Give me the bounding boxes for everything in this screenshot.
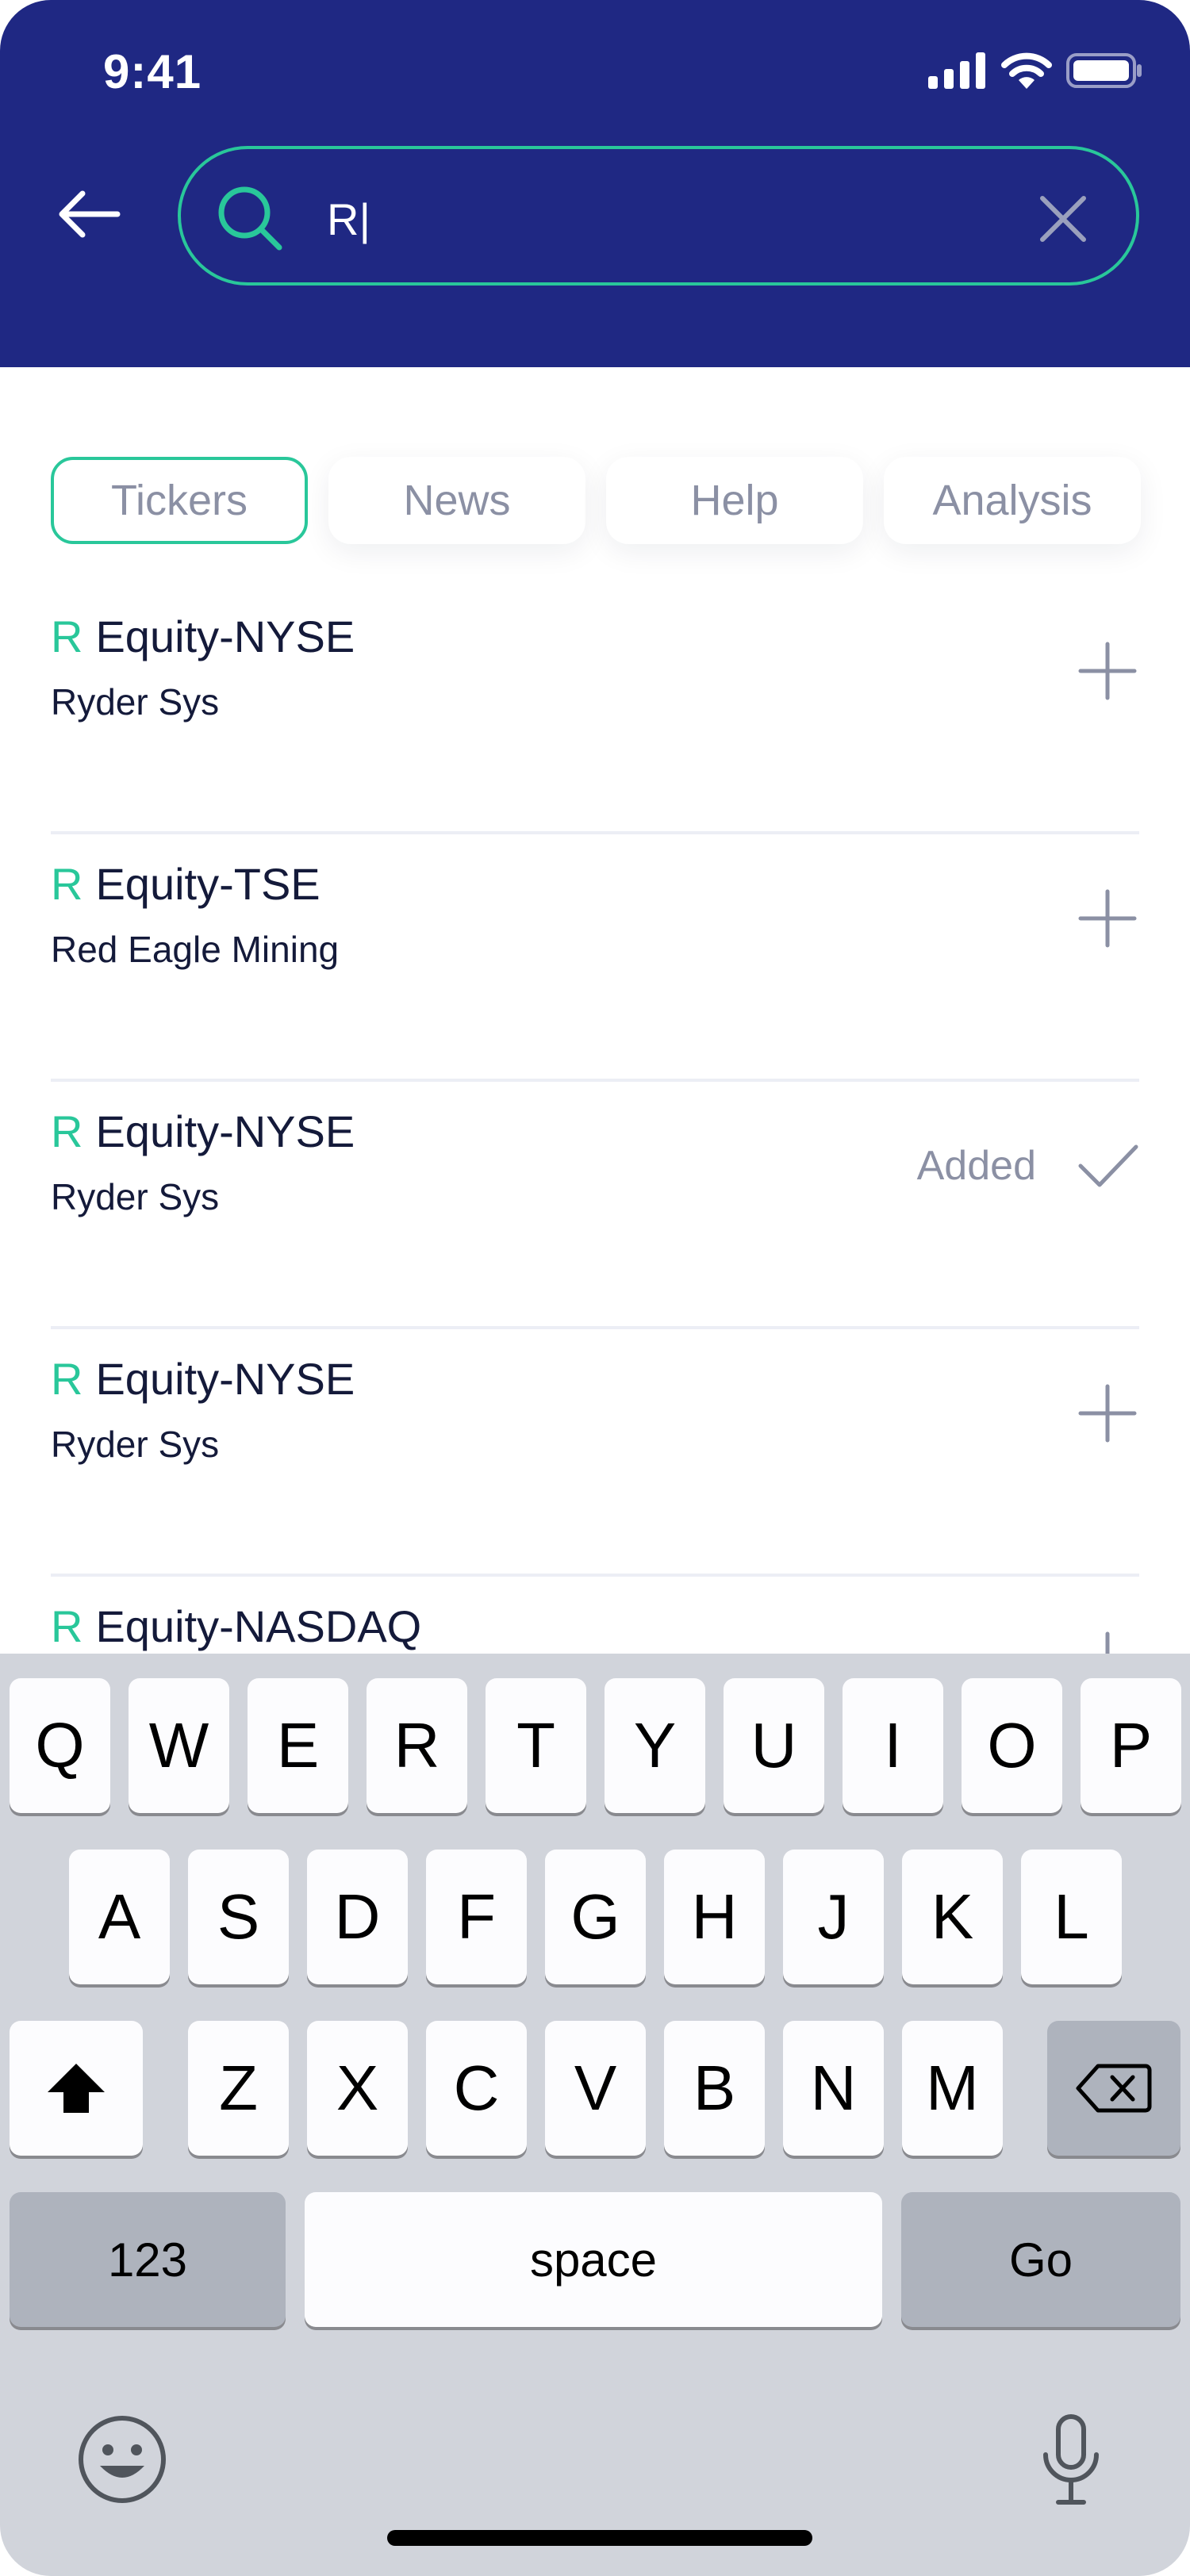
company-name: Ryder Sys [51, 1176, 220, 1217]
space-key[interactable]: space [305, 2192, 882, 2327]
key-m[interactable]: M [902, 2021, 1003, 2156]
key-n[interactable]: N [783, 2021, 884, 2156]
ticker-title: R Equity-NYSE [51, 1353, 355, 1405]
ticker-exchange: Equity-NASDAQ [95, 1601, 422, 1651]
key-c[interactable]: C [426, 2021, 527, 2156]
status-icons [928, 52, 1142, 89]
header: 9:41 [0, 0, 1190, 367]
ticker-symbol: R [51, 611, 83, 661]
backspace-icon [1076, 2064, 1152, 2113]
ticker-symbol: R [51, 1106, 83, 1156]
signal-icon [928, 52, 985, 89]
added-status[interactable]: Added [917, 1134, 1139, 1198]
key-f[interactable]: F [426, 1850, 527, 1984]
wifi-icon [1001, 52, 1052, 89]
key-k[interactable]: K [902, 1850, 1003, 1984]
ticker-exchange: Equity-NYSE [95, 1106, 355, 1156]
key-g[interactable]: G [545, 1850, 646, 1984]
ticker-title: R Equity-NASDAQ [51, 1600, 421, 1652]
key-p[interactable]: P [1081, 1678, 1181, 1813]
home-indicator [387, 2530, 812, 2546]
key-y[interactable]: Y [605, 1678, 705, 1813]
filter-tabs: Tickers News Help Analysis [51, 457, 1141, 544]
list-item[interactable]: R Equity-NYSE Ryder Sys [51, 587, 1139, 834]
key-v[interactable]: V [545, 2021, 646, 2156]
plus-icon[interactable] [1076, 639, 1139, 703]
company-name: Ryder Sys [51, 681, 220, 723]
key-o[interactable]: O [962, 1678, 1062, 1813]
keyboard: Q W E R T Y U I O P A S D F G H J K L Z … [0, 1654, 1190, 2576]
numbers-key[interactable]: 123 [10, 2192, 286, 2327]
key-s[interactable]: S [188, 1850, 289, 1984]
key-h[interactable]: H [664, 1850, 765, 1984]
key-t[interactable]: T [486, 1678, 586, 1813]
key-b[interactable]: B [664, 2021, 765, 2156]
ticker-symbol: R [51, 859, 83, 909]
company-name: Ryder Sys [51, 1424, 220, 1465]
search-input[interactable] [327, 189, 962, 249]
ticker-title: R Equity-TSE [51, 858, 321, 910]
company-name: Red Eagle Mining [51, 929, 340, 970]
key-l[interactable]: L [1021, 1850, 1122, 1984]
key-a[interactable]: A [69, 1850, 170, 1984]
key-j[interactable]: J [783, 1850, 884, 1984]
tab-analysis[interactable]: Analysis [884, 457, 1141, 544]
battery-icon [1066, 53, 1142, 88]
clear-search-icon[interactable] [1035, 190, 1092, 247]
list-item[interactable]: R Equity-NYSE Ryder Sys Added [51, 1082, 1139, 1329]
status-time: 9:41 [103, 45, 202, 98]
plus-icon[interactable] [1076, 887, 1139, 950]
go-key[interactable]: Go [901, 2192, 1180, 2327]
key-z[interactable]: Z [188, 2021, 289, 2156]
list-item[interactable]: R Equity-TSE Red Eagle Mining [51, 834, 1139, 1082]
backspace-key[interactable] [1047, 2021, 1180, 2156]
ticker-exchange: Equity-TSE [95, 859, 321, 909]
shift-icon [48, 2064, 105, 2113]
key-e[interactable]: E [248, 1678, 348, 1813]
tab-tickers[interactable]: Tickers [51, 457, 308, 544]
tab-help[interactable]: Help [606, 457, 863, 544]
results-list: R Equity-NYSE Ryder Sys R Equity-TSE Red E… [51, 587, 1139, 1824]
emoji-icon[interactable] [76, 2413, 168, 2505]
ticker-title: R Equity-NYSE [51, 1106, 355, 1157]
key-w[interactable]: W [129, 1678, 229, 1813]
shift-key[interactable] [10, 2021, 143, 2156]
plus-icon[interactable] [1076, 1382, 1139, 1445]
ticker-symbol: R [51, 1601, 83, 1651]
search-screen: 9:41 R| Tickers News Help Analysis R Equ… [0, 0, 1190, 2576]
check-icon [1078, 1144, 1138, 1187]
microphone-icon[interactable] [1039, 2413, 1103, 2509]
key-d[interactable]: D [307, 1850, 408, 1984]
added-label: Added [916, 1143, 1036, 1189]
tab-news[interactable]: News [328, 457, 585, 544]
search-icon [218, 186, 282, 251]
ticker-symbol: R [51, 1354, 83, 1404]
key-q[interactable]: Q [10, 1678, 110, 1813]
key-r[interactable]: R [367, 1678, 467, 1813]
list-item[interactable]: R Equity-NYSE Ryder Sys [51, 1329, 1139, 1577]
ticker-title: R Equity-NYSE [51, 611, 355, 662]
key-i[interactable]: I [843, 1678, 943, 1813]
search-bar[interactable] [178, 146, 1139, 286]
ticker-exchange: Equity-NYSE [95, 1354, 355, 1404]
back-arrow-icon [59, 190, 121, 238]
key-u[interactable]: U [724, 1678, 824, 1813]
back-button[interactable] [49, 182, 129, 246]
ticker-exchange: Equity-NYSE [95, 611, 355, 661]
key-x[interactable]: X [307, 2021, 408, 2156]
